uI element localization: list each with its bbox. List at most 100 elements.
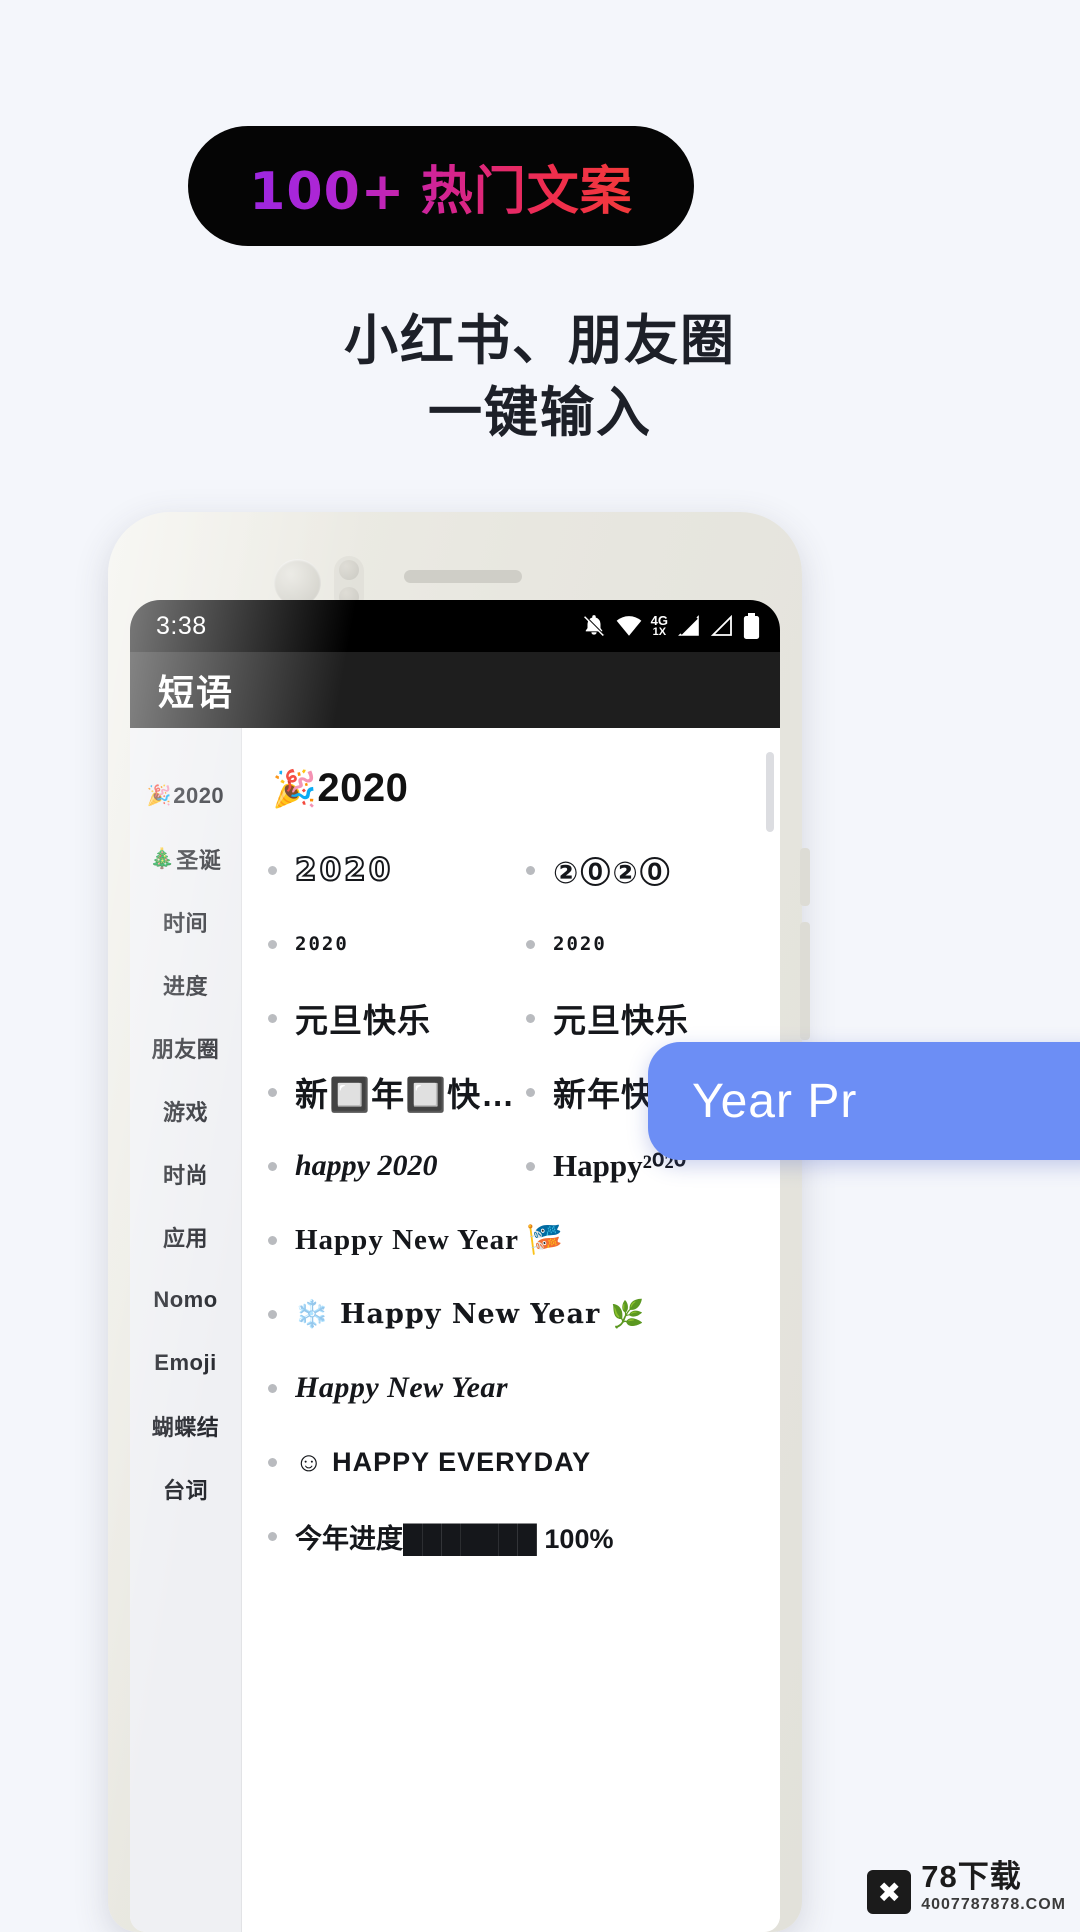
- watermark: ✖ 78下载 4007787878.COM: [867, 1851, 1066, 1914]
- phrase-text: 元旦快乐: [553, 1002, 689, 1039]
- phrase-item[interactable]: ❄️ Happy New Year 🌿: [264, 1277, 780, 1351]
- phrase-text: 2020: [553, 933, 607, 955]
- watermark-title: 78下载: [921, 1859, 1022, 1894]
- watermark-url: 4007787878.COM: [921, 1896, 1066, 1913]
- sidebar-item[interactable]: Nomo: [130, 1268, 241, 1331]
- sidebar-item-label: 朋友圈: [151, 1036, 220, 1062]
- sidebar-item[interactable]: 蝴蝶结: [130, 1394, 241, 1457]
- promo-subtitle-line-2: 一键输入: [428, 383, 652, 443]
- phrase-text: Happy New Year 🎏: [295, 1224, 564, 1256]
- phrase-item[interactable]: ☺ HAPPY EVERYDAY: [264, 1425, 780, 1499]
- earpiece-speaker: [404, 570, 522, 583]
- status-time: 3:38: [156, 611, 207, 640]
- section-header: 🎉2020: [272, 766, 780, 811]
- signal-icon: [678, 615, 699, 636]
- promo-badge: 100+ 热门文案: [188, 126, 694, 246]
- promo-badge-label: 热门文案: [420, 162, 633, 221]
- phrase-text: ②⓪②⓪: [553, 856, 672, 891]
- phrase-item[interactable]: Happy New Year: [264, 1351, 780, 1425]
- watermark-text-group: 78下载 4007787878.COM: [921, 1851, 1066, 1914]
- status-icon-group: 4G 1X: [581, 612, 760, 640]
- phrase-item[interactable]: happy 2020: [264, 1129, 522, 1203]
- volume-button[interactable]: [800, 848, 810, 906]
- sidebar-item[interactable]: 应用: [130, 1205, 241, 1268]
- bullet-icon: [268, 1457, 277, 1467]
- status-bar: 3:38 4G 1X: [130, 600, 780, 652]
- bullet-icon: [526, 865, 535, 875]
- promo-subtitle-line-1: 小红书、朋友圈: [344, 311, 736, 371]
- sidebar-item[interactable]: 时尚: [130, 1142, 241, 1205]
- sidebar-item-label: 圣诞: [176, 847, 222, 873]
- sidebar-item-label: 时尚: [162, 1162, 208, 1188]
- sidebar-item[interactable]: 游戏: [130, 1079, 241, 1142]
- sidebar-item[interactable]: 进度: [130, 953, 241, 1016]
- bullet-icon: [526, 939, 535, 949]
- sidebar-item-emoji-icon: 🎉: [146, 785, 173, 807]
- battery-icon: [743, 612, 760, 639]
- wifi-icon: [616, 616, 642, 636]
- sidebar-item-label: Nomo: [153, 1286, 218, 1312]
- sidebar-item[interactable]: 朋友圈: [130, 1016, 241, 1079]
- phrase-item[interactable]: 2020: [264, 833, 522, 907]
- phrase-text: Happy New Year: [295, 1371, 509, 1404]
- network-type-secondary: 1X: [652, 626, 667, 638]
- sidebar-item-label: 台词: [162, 1477, 208, 1503]
- phrase-item[interactable]: 今年进度███████ 100%: [264, 1499, 780, 1573]
- sidebar-item-emoji-icon: 🎄: [149, 848, 176, 870]
- bell-muted-icon: [583, 615, 605, 637]
- bullet-icon: [268, 865, 277, 875]
- phrase-grid: 2020 ②⓪②⓪ 2020 2020 元旦快乐 元旦快乐 新🔲年🔲快… 新年快乐 happy …: [264, 833, 780, 1573]
- bullet-icon: [268, 1309, 277, 1319]
- phrase-text: ☺ HAPPY EVERYDAY: [295, 1446, 592, 1477]
- phrase-item[interactable]: ②⓪②⓪: [522, 833, 780, 907]
- phrase-item[interactable]: 新🔲年🔲快…: [264, 1055, 522, 1129]
- phrase-item[interactable]: 元旦快乐: [264, 981, 522, 1055]
- sidebar-item[interactable]: 台词: [130, 1457, 241, 1520]
- sidebar-item[interactable]: Emoji: [130, 1331, 241, 1394]
- sidebar-item[interactable]: 🎄 圣诞: [130, 827, 241, 890]
- promo-badge-text: 100+ 热门文案: [249, 149, 633, 224]
- bullet-icon: [268, 1531, 277, 1541]
- phrase-text: ❄️ Happy New Year 🌿: [295, 1299, 646, 1330]
- bullet-icon: [268, 1087, 277, 1097]
- power-button[interactable]: [800, 922, 810, 1040]
- phrase-text: 新🔲年🔲快…: [295, 1076, 516, 1113]
- phrase-text: 元旦快乐: [295, 1002, 431, 1039]
- phrase-text: 2020: [295, 852, 394, 888]
- sidebar-item-label: Emoji: [154, 1349, 217, 1375]
- scrollbar-thumb[interactable]: [766, 752, 774, 832]
- sidebar-item[interactable]: 时间: [130, 890, 241, 953]
- bullet-icon: [268, 939, 277, 949]
- app-title: 短语: [158, 672, 235, 713]
- bullet-icon: [268, 1161, 277, 1171]
- front-camera-icon: [274, 559, 321, 606]
- network-4g-1x-label: 4G 1X: [651, 614, 668, 638]
- phrase-text: happy 2020: [295, 1149, 438, 1182]
- category-sidebar[interactable]: 🎉 2020 🎄 圣诞 时间 进度 朋友圈 游戏 时尚 应用 Nomo Emoji 蝴蝶结 台词: [130, 728, 242, 1932]
- sidebar-item-label: 2020: [173, 782, 225, 808]
- sidebar-item-label: 游戏: [162, 1099, 208, 1125]
- promo-badge-count: 100+: [249, 161, 406, 222]
- bullet-icon: [526, 1087, 535, 1097]
- section-title: 2020: [317, 766, 409, 810]
- sidebar-item-label: 应用: [162, 1225, 208, 1251]
- signal-icon: [710, 615, 732, 636]
- bullet-icon: [526, 1013, 535, 1023]
- bullet-icon: [268, 1013, 277, 1023]
- chat-bubble-text: Year Pr: [692, 1074, 858, 1128]
- app-bar: 短语: [130, 652, 780, 728]
- phrase-item[interactable]: 2020: [522, 907, 780, 981]
- app-body: 🎉 2020 🎄 圣诞 时间 进度 朋友圈 游戏 时尚 应用 Nomo Emoji 蝴蝶结 台词 🎉202…: [130, 728, 780, 1932]
- sidebar-item[interactable]: 🎉 2020: [130, 764, 241, 827]
- sidebar-item-label: 进度: [162, 973, 208, 999]
- site-logo-icon: ✖: [867, 1870, 912, 1914]
- bullet-icon: [268, 1235, 277, 1245]
- phrase-item[interactable]: Happy New Year 🎏: [264, 1203, 780, 1277]
- phrase-text: 今年进度███████ 100%: [295, 1523, 614, 1554]
- bullet-icon: [268, 1383, 277, 1393]
- party-popper-icon: 🎉: [272, 768, 318, 809]
- phrase-text: 2020: [295, 933, 349, 955]
- phrase-item[interactable]: 2020: [264, 907, 522, 981]
- phrase-list-panel[interactable]: 🎉2020 2020 ②⓪②⓪ 2020 2020 元旦快乐 元旦快乐 新🔲年🔲快… 新年快乐…: [242, 728, 780, 1932]
- phone-screen: 3:38 4G 1X 短语 🎉 2020 🎄 圣诞 时间 进度 朋友圈 游戏 时…: [130, 600, 780, 1932]
